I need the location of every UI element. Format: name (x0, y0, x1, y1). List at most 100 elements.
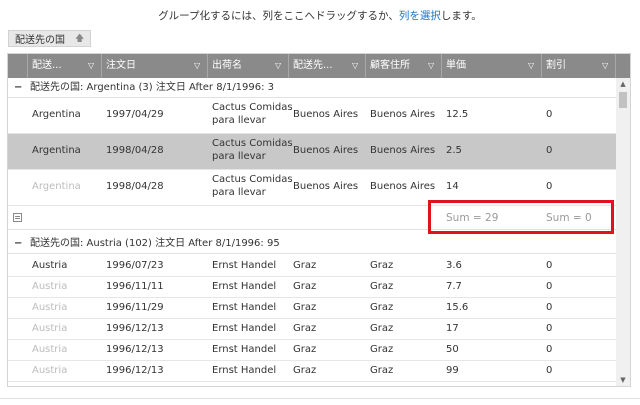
group-by-hint: グループ化するには、列をここへドラッグするか、列を選択します。 (0, 8, 640, 23)
cell-order-date: 1996/12/13 (106, 365, 164, 376)
cell-country: Austria (32, 365, 68, 376)
cell-discount: 0 (546, 365, 553, 376)
collapse-icon[interactable]: − (14, 78, 22, 98)
cell-ship-city: Graz (293, 365, 317, 376)
cell-ship-name: Cactus Comidas (212, 138, 293, 149)
cell-country: Austria (32, 260, 68, 271)
table-row[interactable]: Austria 1996/11/11 Ernst Handel Graz Gra… (8, 277, 616, 298)
sort-arrow-icon[interactable]: 🡅 (75, 31, 84, 47)
cell-ship-name-line2: para llevar (212, 115, 266, 126)
cell-ship-city: Buenos Aires (293, 109, 359, 120)
cell-order-date: 1996/07/23 (106, 260, 164, 271)
cell-discount: 0 (546, 145, 553, 156)
column-header-order-date[interactable]: 注文日 ▽ (102, 54, 208, 78)
column-header-shipping-country[interactable]: 配送... ▽ (28, 54, 102, 78)
column-header-customer-address[interactable]: 顧客住所 ▽ (366, 54, 442, 78)
table-row-selected[interactable]: Argentina 1998/04/28 Cactus Comidas para… (8, 134, 616, 170)
table-row[interactable]: Austria 1996/12/13 Ernst Handel Graz Gra… (8, 319, 616, 340)
cell-unit-price: 2.5 (446, 145, 462, 156)
group-row-austria[interactable]: − 配送先の国: Austria (102) 注文日 After 8/1/199… (8, 234, 616, 254)
hint-text-end: します。 (440, 10, 482, 22)
cell-discount: 0 (546, 260, 553, 271)
group-row-argentina[interactable]: − 配送先の国: Argentina (3) 注文日 After 8/1/199… (8, 78, 616, 98)
select-columns-link[interactable]: 列を選択 (399, 10, 441, 22)
cell-order-date: 1997/04/29 (106, 109, 164, 120)
scroll-down-icon[interactable]: ▼ (616, 374, 630, 386)
column-header-row: 配送... ▽ 注文日 ▽ 出荷名 ▽ 配送先... ▽ 顧客住所 ▽ 単価 ▽ 割引 ▽ (8, 54, 630, 78)
cell-ship-city: Graz (293, 281, 317, 292)
cell-ship-city: Graz (293, 323, 317, 334)
cell-ship-name: Cactus Comidas (212, 174, 293, 185)
header-indent (8, 54, 28, 78)
cell-country: Argentina (32, 109, 81, 120)
vertical-scrollbar[interactable]: ▲ ▼ (616, 78, 630, 386)
cell-order-date: 1996/12/13 (106, 344, 164, 355)
cell-ship-name: Ernst Handel (212, 323, 277, 334)
cell-customer-address: Graz (370, 260, 394, 271)
table-row[interactable]: Argentina 1997/04/29 Cactus Comidas para… (8, 98, 616, 134)
cell-country: Austria (32, 323, 68, 334)
cell-ship-city: Buenos Aires (293, 145, 359, 156)
cell-unit-price: 14 (446, 181, 459, 192)
table-row[interactable]: Austria 1996/12/13 Ernst Handel Graz Gra… (8, 361, 616, 382)
cell-order-date: 1998/04/28 (106, 145, 164, 156)
cell-unit-price: 12.5 (446, 109, 469, 120)
group-chip-shipping-country[interactable]: 配送先の国 🡅 (8, 30, 92, 47)
cell-ship-name-line2: para llevar (212, 151, 266, 162)
cell-ship-name: Ernst Handel (212, 365, 277, 376)
column-header-ship-city[interactable]: 配送先... ▽ (289, 54, 366, 78)
cell-country: Austria (32, 281, 68, 292)
column-label: 配送先... (293, 60, 333, 71)
cell-discount: 0 (546, 302, 553, 313)
cell-country: Argentina (32, 145, 81, 156)
table-row[interactable]: Austria 1996/07/23 Ernst Handel Graz Gra… (8, 256, 616, 277)
filter-icon[interactable]: ▽ (528, 54, 534, 78)
cell-ship-name: Ernst Handel (212, 302, 277, 313)
summary-icon[interactable] (13, 213, 22, 222)
cell-order-date: 1996/11/11 (106, 281, 164, 292)
cell-customer-address: Buenos Aires (370, 145, 436, 156)
cell-ship-name: Ernst Handel (212, 260, 277, 271)
scroll-up-icon[interactable]: ▲ (616, 78, 630, 90)
column-header-ship-name[interactable]: 出荷名 ▽ (208, 54, 289, 78)
filter-icon[interactable]: ▽ (428, 54, 434, 78)
scroll-thumb[interactable] (619, 92, 627, 108)
cell-ship-name: Cactus Comidas (212, 102, 293, 113)
column-label: 出荷名 (212, 60, 242, 71)
table-row[interactable]: Austria 1996/12/13 Ernst Handel Graz Gra… (8, 340, 616, 361)
filter-icon[interactable]: ▽ (88, 54, 94, 78)
filter-icon[interactable]: ▽ (275, 54, 281, 78)
column-label: 注文日 (106, 60, 136, 71)
hint-text: グループ化するには、列をここへドラッグするか、 (158, 10, 399, 22)
cell-customer-address: Graz (370, 302, 394, 313)
cell-discount: 0 (546, 181, 553, 192)
filter-icon[interactable]: ▽ (602, 54, 608, 78)
cell-country: Austria (32, 302, 68, 313)
cell-customer-address: Graz (370, 281, 394, 292)
cell-discount: 0 (546, 281, 553, 292)
cell-ship-city: Graz (293, 302, 317, 313)
filter-icon[interactable]: ▽ (352, 54, 358, 78)
column-label: 単価 (446, 60, 466, 71)
cell-order-date: 1996/12/13 (106, 323, 164, 334)
cell-unit-price: 15.6 (446, 302, 469, 313)
cell-customer-address: Graz (370, 323, 394, 334)
group-header-text: 配送先の国: Argentina (3) 注文日 After 8/1/1996:… (30, 82, 275, 93)
cell-country: Argentina (32, 181, 81, 192)
highlight-box (428, 200, 614, 234)
cell-ship-name-line2: para llevar (212, 187, 266, 198)
cell-ship-name: Ernst Handel (212, 281, 277, 292)
collapse-icon[interactable]: − (14, 234, 22, 254)
cell-customer-address: Buenos Aires (370, 181, 436, 192)
filter-icon[interactable]: ▽ (194, 54, 200, 78)
table-row[interactable]: Austria 1996/11/29 Ernst Handel Graz Gra… (8, 298, 616, 319)
column-header-unit-price[interactable]: 単価 ▽ (442, 54, 542, 78)
column-header-discount[interactable]: 割引 ▽ (542, 54, 616, 78)
cell-ship-city: Graz (293, 344, 317, 355)
cell-ship-city: Buenos Aires (293, 181, 359, 192)
group-header-text: 配送先の国: Austria (102) 注文日 After 8/1/1996:… (30, 238, 280, 249)
group-chip-label: 配送先の国 (15, 35, 65, 46)
cell-unit-price: 7.7 (446, 281, 462, 292)
cell-customer-address: Graz (370, 344, 394, 355)
cell-discount: 0 (546, 109, 553, 120)
